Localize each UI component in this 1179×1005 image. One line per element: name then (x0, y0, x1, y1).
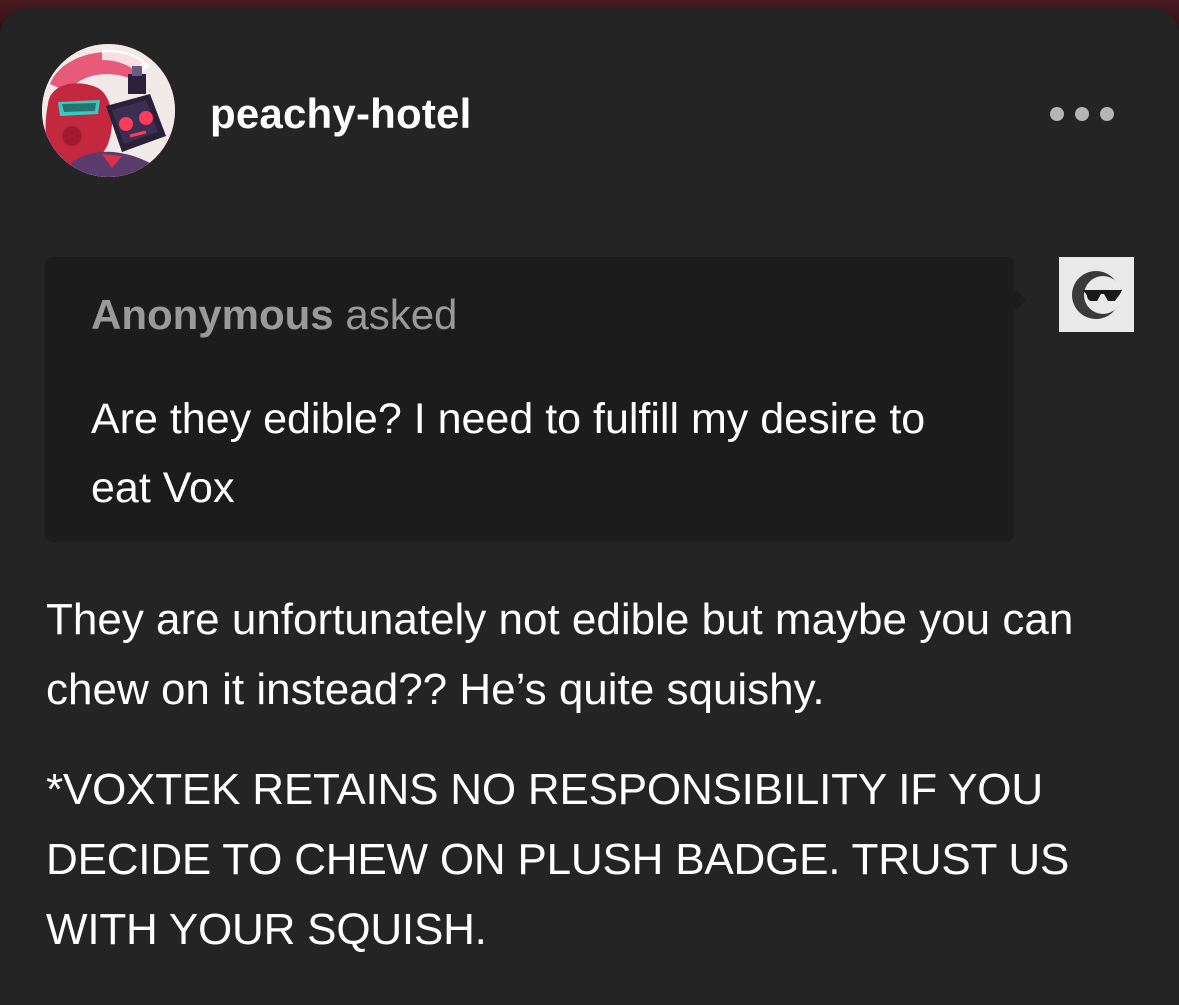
sunglasses-face-icon (1059, 257, 1134, 332)
answer-paragraph: They are unfortunately not edible but ma… (46, 595, 1074, 714)
blog-avatar[interactable] (42, 44, 175, 177)
more-options-button[interactable] (1050, 102, 1114, 126)
ellipsis-icon (1050, 107, 1064, 121)
anonymous-avatar (1059, 257, 1134, 332)
disclaimer-paragraph: *VOXTEK RETAINS NO RESPONSIBILITY IF YOU… (46, 765, 1070, 954)
post-header: peachy-hotel (42, 44, 1137, 178)
ellipsis-icon (1100, 107, 1114, 121)
ask-question: Are they edible? I need to fulfill my de… (91, 395, 926, 512)
answer-body: They are unfortunately not edible but ma… (46, 585, 1146, 995)
asker-name: Anonymous (91, 291, 334, 338)
asked-label: asked (345, 291, 458, 338)
blog-name[interactable]: peachy-hotel (210, 90, 471, 138)
ask-header: Anonymous asked (91, 291, 457, 339)
ask-pointer (1014, 288, 1026, 312)
ask-box: Anonymous asked Are they edible? I need … (45, 257, 1014, 542)
ellipsis-icon (1075, 107, 1089, 121)
character-avatar-icon (42, 44, 175, 177)
